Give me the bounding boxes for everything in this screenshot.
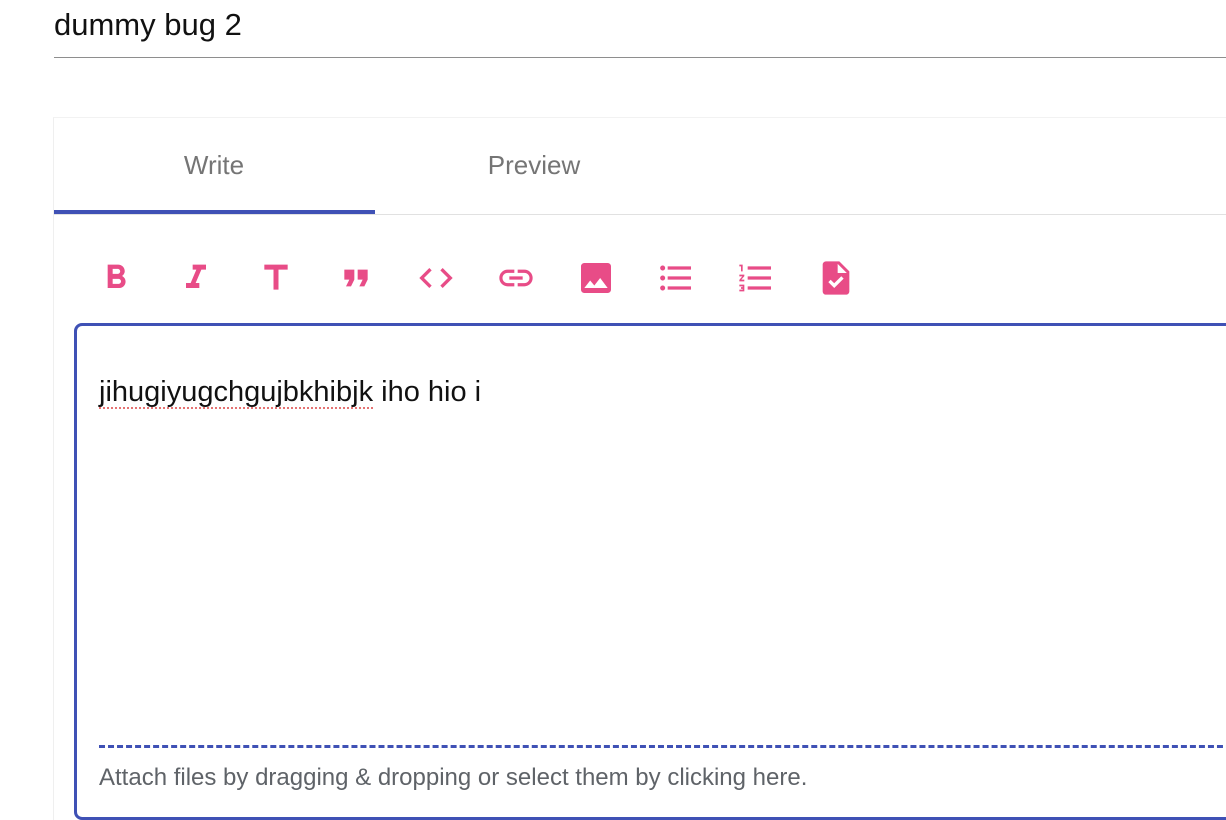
description-text: jihugiyugchgujbkhibjk iho hio i — [99, 376, 481, 409]
numbered-list-button[interactable] — [734, 256, 778, 300]
image-icon — [581, 263, 611, 293]
numbered-list-icon — [739, 264, 771, 292]
italic-icon — [186, 264, 206, 288]
heading-button[interactable] — [254, 256, 298, 300]
bold-button[interactable] — [94, 256, 138, 300]
image-button[interactable] — [574, 256, 618, 300]
italic-button[interactable] — [174, 256, 218, 300]
bold-icon — [107, 264, 126, 288]
formatting-toolbar — [94, 253, 894, 303]
active-tab-indicator — [54, 210, 375, 214]
bulleted-list-button[interactable] — [654, 256, 698, 300]
link-icon — [499, 269, 533, 287]
heading-icon — [264, 264, 288, 290]
title-input[interactable] — [54, 6, 1226, 44]
attach-files-hint: Attach files by dragging & dropping or s… — [99, 764, 808, 791]
description-rest-text: iho hio i — [373, 376, 482, 408]
quote-icon — [344, 269, 368, 287]
quote-button[interactable] — [334, 256, 378, 300]
description-textarea[interactable]: jihugiyugchgujbkhibjk iho hio i Attach f… — [74, 323, 1226, 820]
title-field — [54, 0, 1226, 58]
task-list-icon — [822, 261, 850, 295]
editor-tabs: Write Preview — [54, 118, 1226, 215]
code-icon — [419, 268, 453, 288]
task-list-button[interactable] — [814, 256, 858, 300]
link-button[interactable] — [494, 256, 538, 300]
misspelled-word: jihugiyugchgujbkhibjk — [99, 376, 374, 408]
code-button[interactable] — [414, 256, 458, 300]
bulleted-list-icon — [660, 265, 691, 291]
attach-files-dropzone[interactable]: Attach files by dragging & dropping or s… — [99, 745, 1226, 820]
tab-preview[interactable]: Preview — [374, 118, 694, 215]
tab-write[interactable]: Write — [54, 118, 374, 215]
issue-form: Write Preview — [0, 0, 1226, 820]
